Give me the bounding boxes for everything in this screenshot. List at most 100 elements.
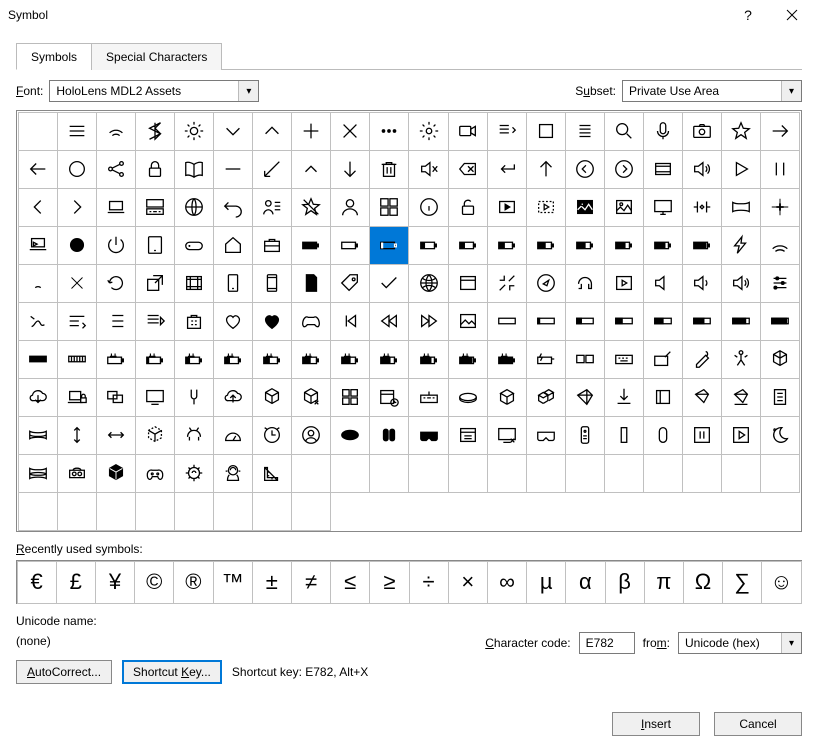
symbol-list-lines[interactable] <box>565 112 605 151</box>
symbol-bar-70[interactable] <box>760 302 800 341</box>
symbol-bar-50[interactable] <box>682 302 722 341</box>
symbol-pill[interactable] <box>643 416 683 455</box>
symbol-globe[interactable] <box>408 264 448 303</box>
symbol-keyboard[interactable] <box>604 340 644 379</box>
recent-symbol[interactable]: ÷ <box>409 561 449 604</box>
symbol-battery-40[interactable] <box>487 226 527 265</box>
symbol-screen-big[interactable] <box>135 378 175 417</box>
symbol-tuning-fork[interactable] <box>174 378 214 417</box>
symbol-blank[interactable] <box>369 454 409 493</box>
symbol-bar-stripes[interactable] <box>57 340 97 379</box>
symbol-star-off[interactable] <box>291 188 331 227</box>
symbol-grid-4[interactable] <box>330 378 370 417</box>
symbol-person-list[interactable] <box>252 188 292 227</box>
symbol-heart-filled[interactable] <box>252 302 292 341</box>
recent-symbol[interactable]: © <box>134 561 174 604</box>
symbol-play-in-box[interactable] <box>487 188 527 227</box>
symbol-battery-0[interactable] <box>330 226 370 265</box>
symbol-plug-10[interactable] <box>135 340 175 379</box>
recent-symbol[interactable]: ∞ <box>487 561 527 604</box>
symbol-chevron-right[interactable] <box>57 188 97 227</box>
symbol-play-box[interactable] <box>721 416 761 455</box>
symbol-plus-center[interactable] <box>760 188 800 227</box>
symbol-blank[interactable] <box>252 492 292 531</box>
symbol-square-bracket[interactable] <box>643 378 683 417</box>
symbol-battery-70[interactable] <box>604 226 644 265</box>
symbol-battery-10[interactable] <box>369 226 409 265</box>
tab-special-characters[interactable]: Special Characters <box>91 43 222 70</box>
symbol-goggles-filled[interactable] <box>408 416 448 455</box>
symbol-chevron-up[interactable] <box>252 112 292 151</box>
symbol-fast-forward[interactable] <box>408 302 448 341</box>
symbol-bluetooth[interactable] <box>135 112 175 151</box>
symbol-blank[interactable] <box>174 492 214 531</box>
symbol-battery-50[interactable] <box>526 226 566 265</box>
symbol-kite[interactable] <box>565 378 605 417</box>
symbol-wifi-curve[interactable] <box>760 226 800 265</box>
symbol-window-list[interactable] <box>448 416 488 455</box>
symbol-backspace[interactable] <box>448 150 488 189</box>
symbol-bar-30[interactable] <box>604 302 644 341</box>
symbol-battery-20[interactable] <box>408 226 448 265</box>
symbol-microphone[interactable] <box>643 112 683 151</box>
symbol-arrow-in[interactable] <box>252 150 292 189</box>
symbol-globe-grid[interactable] <box>174 188 214 227</box>
symbol-person-outline[interactable] <box>330 188 370 227</box>
symbol-screen[interactable] <box>643 188 683 227</box>
recent-symbol[interactable]: ≤ <box>330 561 370 604</box>
symbol-blank[interactable] <box>18 492 58 531</box>
symbol-grid[interactable] <box>18 112 800 530</box>
symbol-cloud-up[interactable] <box>213 378 253 417</box>
symbol-return[interactable] <box>487 150 527 189</box>
symbol-mute[interactable] <box>408 150 448 189</box>
symbol-checkmark[interactable] <box>369 264 409 303</box>
symbol-hand-draw[interactable] <box>18 302 58 341</box>
symbol-skip-back[interactable] <box>330 302 370 341</box>
symbol-receipt[interactable] <box>760 378 800 417</box>
symbol-tag[interactable] <box>330 264 370 303</box>
recent-symbol[interactable]: π <box>644 561 684 604</box>
recent-symbol[interactable]: € <box>17 561 57 604</box>
symbol-chevron-down[interactable] <box>213 112 253 151</box>
symbol-pause-box[interactable] <box>682 416 722 455</box>
symbol-slides[interactable] <box>643 150 683 189</box>
symbol-sound[interactable] <box>682 150 722 189</box>
symbol-blank[interactable] <box>643 454 683 493</box>
symbol-cube[interactable] <box>252 378 292 417</box>
symbol-picture-outline[interactable] <box>604 188 644 227</box>
symbol-trash[interactable] <box>369 150 409 189</box>
symbol-laptop-cast[interactable] <box>18 226 58 265</box>
recent-symbol[interactable]: ¥ <box>95 561 135 604</box>
recent-symbol[interactable]: ∑ <box>722 561 762 604</box>
symbol-bar-empty[interactable] <box>487 302 527 341</box>
symbol-magnify[interactable] <box>604 112 644 151</box>
symbol-list-down[interactable] <box>487 112 527 151</box>
symbol-picture-filled[interactable] <box>565 188 605 227</box>
symbol-plug-50[interactable] <box>291 340 331 379</box>
symbol-speaker-low[interactable] <box>643 264 683 303</box>
symbol-lock-pc[interactable] <box>57 378 97 417</box>
symbol-blank[interactable] <box>526 454 566 493</box>
symbol-windows-logo[interactable] <box>369 188 409 227</box>
symbol-pano-stack[interactable] <box>18 416 58 455</box>
symbol-bar-full[interactable] <box>18 340 58 379</box>
symbol-battery-80[interactable] <box>643 226 683 265</box>
symbol-window[interactable] <box>448 264 488 303</box>
symbol-screen-x[interactable] <box>487 416 527 455</box>
symbol-plug-100[interactable] <box>487 340 527 379</box>
symbol-share-nodes[interactable] <box>96 150 136 189</box>
symbol-astronaut[interactable] <box>213 454 253 493</box>
symbol-x[interactable] <box>330 112 370 151</box>
symbol-windows-store[interactable] <box>174 302 214 341</box>
symbol-time-recur[interactable] <box>252 416 292 455</box>
chevron-down-icon[interactable]: ▾ <box>781 633 801 653</box>
symbol-panorama[interactable] <box>721 188 761 227</box>
symbol-video-cam[interactable] <box>448 112 488 151</box>
symbol-chevron-left[interactable] <box>18 188 58 227</box>
symbol-calendar-clock[interactable] <box>369 378 409 417</box>
symbol-tablet[interactable] <box>135 226 175 265</box>
symbol-pen-tablet[interactable] <box>643 340 683 379</box>
symbol-bar-20[interactable] <box>565 302 605 341</box>
recent-symbols-grid[interactable]: €£¥©®™±≠≤≥÷×∞µαβπΩ∑☺ <box>17 561 801 603</box>
symbol-bar-60[interactable] <box>721 302 761 341</box>
